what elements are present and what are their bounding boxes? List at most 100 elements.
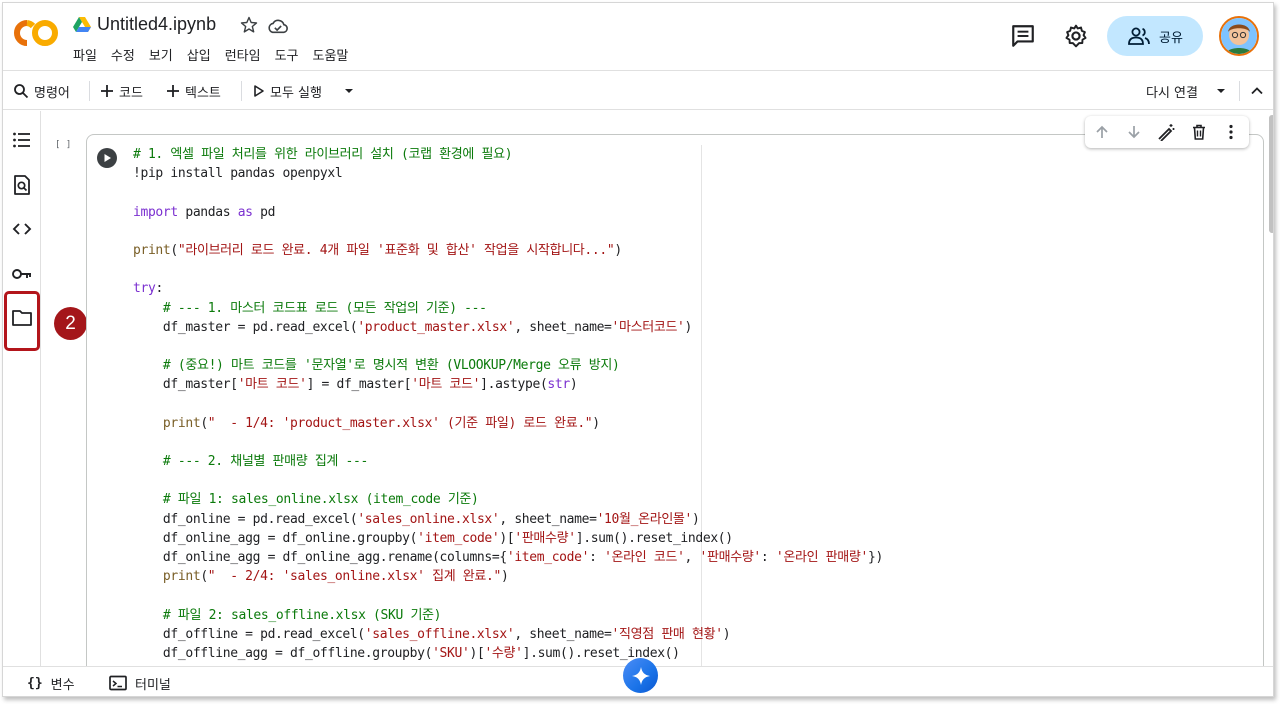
code-line[interactable]: df_online_agg = df_online_agg.rename(col… (133, 548, 1233, 567)
code-line[interactable]: df_offline = pd.read_excel('sales_offlin… (133, 625, 1233, 644)
share-button[interactable]: 공유 (1107, 16, 1203, 56)
code-editor[interactable]: # 1. 엑셀 파일 처리를 위한 라이브러리 설치 (코랩 환경에 필요) !p… (133, 145, 1233, 663)
run-cell-button[interactable] (97, 148, 117, 168)
terminal-button[interactable]: 터미널 (109, 667, 171, 696)
toolbar-divider (89, 81, 90, 101)
code-snippets-button[interactable] (9, 216, 35, 242)
move-cell-down-button[interactable] (1124, 122, 1144, 142)
key-icon (12, 269, 31, 279)
vertical-scrollbar-thumb[interactable] (1269, 115, 1273, 233)
menu-file[interactable]: 파일 (73, 45, 111, 64)
code-line[interactable]: # (중요!) 마트 코드를 '문자열'로 명시적 변환 (VLOOKUP/Me… (133, 356, 1233, 375)
code-token: }) (867, 549, 883, 565)
code-line[interactable] (133, 260, 1233, 279)
gemini-button[interactable] (623, 658, 658, 693)
code-token: '수량' (484, 645, 523, 661)
code-line[interactable]: # --- 1. 마스터 코드표 로드 (모든 작업의 기준) --- (133, 299, 1233, 318)
code-line[interactable]: try: (133, 279, 1233, 298)
menu-help[interactable]: 도움말 (313, 45, 363, 64)
code-line[interactable]: import pandas as pd (133, 203, 1233, 222)
delete-cell-button[interactable] (1189, 122, 1209, 142)
more-options-button[interactable] (1221, 122, 1241, 142)
code-token: ) (500, 569, 509, 585)
add-text-button[interactable]: 텍스트 (166, 71, 221, 111)
code-token: ] = df_master[ (306, 377, 412, 393)
step-badge: 2 (54, 307, 87, 340)
code-token: as (237, 204, 253, 220)
menu-edit[interactable]: 수정 (111, 45, 149, 64)
reconnect-dropdown[interactable] (1215, 71, 1227, 111)
colab-logo[interactable] (13, 17, 59, 49)
code-token: df_offline = pd.read_excel( (133, 626, 365, 642)
run-all-dropdown[interactable] (343, 71, 355, 111)
files-highlight-box (4, 291, 40, 351)
find-replace-button[interactable] (9, 172, 35, 198)
code-line[interactable] (133, 337, 1233, 356)
add-text-label: 텍스트 (185, 85, 221, 101)
code-line[interactable]: df_online = pd.read_excel('sales_online.… (133, 510, 1233, 529)
code-line[interactable]: print(" - 2/4: 'sales_online.xlsx' 집계 완료… (133, 567, 1233, 586)
menu-insert[interactable]: 삽입 (187, 45, 225, 64)
code-token: # 파일 2: sales_offline.xlsx (SKU 기준) (162, 607, 442, 623)
code-line[interactable] (133, 222, 1233, 241)
google-drive-icon[interactable] (73, 17, 91, 33)
code-line[interactable]: df_master = pd.read_excel('product_maste… (133, 318, 1233, 337)
cloud-saved-icon[interactable] (267, 17, 289, 35)
code-line[interactable]: df_online_agg = df_online.groupby('item_… (133, 529, 1233, 548)
code-line[interactable]: print("라이브러리 로드 완료. 4개 파일 '표준화 및 합산' 작업을… (133, 241, 1233, 260)
execution-count: [ ] (55, 140, 72, 150)
code-token: pandas (177, 204, 238, 220)
code-token: import (133, 204, 178, 220)
code-token: df_offline_agg = df_offline.groupby( (133, 645, 433, 661)
reconnect-button[interactable]: 다시 연결 (1146, 71, 1198, 111)
commands-button[interactable]: 명령어 (13, 71, 70, 111)
code-token: 'product_master.xlsx' (357, 319, 515, 335)
menu-tools[interactable]: 도구 (275, 45, 313, 64)
code-token: print (162, 569, 201, 585)
add-code-button[interactable]: 코드 (100, 71, 143, 111)
user-avatar[interactable] (1219, 16, 1259, 56)
code-token: ( (170, 242, 178, 258)
code-token: str (547, 377, 570, 393)
code-token: df_online = pd.read_excel( (133, 511, 358, 527)
trash-icon (1193, 124, 1205, 140)
code-cell[interactable]: # 1. 엑셀 파일 처리를 위한 라이브러리 설치 (코랩 환경에 필요) !p… (86, 134, 1264, 694)
toolbar-divider (1239, 81, 1240, 101)
move-cell-up-button[interactable] (1092, 122, 1112, 142)
terminal-label: 터미널 (135, 677, 171, 693)
comments-icon[interactable] (1010, 23, 1036, 49)
code-token: '온라인 판매량' (775, 549, 868, 565)
code-line[interactable]: df_master['마트 코드'] = df_master['마트 코드'].… (133, 375, 1233, 394)
code-token: 'sales_offline.xlsx' (364, 626, 515, 642)
edit-cell-button[interactable] (1156, 122, 1176, 142)
notebook-title[interactable]: Untitled4.ipynb (97, 14, 216, 35)
code-line[interactable]: !pip install pandas openpyxl (133, 164, 1233, 183)
code-line[interactable] (133, 586, 1233, 605)
menu-view[interactable]: 보기 (149, 45, 187, 64)
code-line[interactable]: # 파일 1: sales_online.xlsx (item_code 기준) (133, 490, 1233, 509)
code-line[interactable]: # --- 2. 채널별 판매량 집계 --- (133, 452, 1233, 471)
code-line[interactable]: df_offline_agg = df_offline.groupby('SKU… (133, 644, 1233, 663)
code-line[interactable]: print(" - 1/4: 'product_master.xlsx' (기준… (133, 414, 1233, 433)
code-line[interactable]: # 1. 엑셀 파일 처리를 위한 라이브러리 설치 (코랩 환경에 필요) (133, 145, 1233, 164)
app-header: Untitled4.ipynb 파일 수정 보기 삽입 런타임 도구 도움말 공… (3, 3, 1273, 69)
table-of-contents-button[interactable] (9, 127, 35, 153)
secrets-button[interactable] (9, 261, 35, 287)
code-token: print (133, 242, 171, 258)
menu-runtime[interactable]: 런타임 (225, 45, 275, 64)
star-icon[interactable] (239, 15, 259, 35)
code-token: , (684, 549, 700, 565)
code-line[interactable] (133, 394, 1233, 413)
code-line[interactable] (133, 433, 1233, 452)
play-outline-icon (254, 85, 264, 97)
variables-button[interactable]: {} 변수 (27, 667, 75, 696)
code-token: : (589, 549, 605, 565)
code-line[interactable] (133, 471, 1233, 490)
settings-gear-icon[interactable] (1063, 23, 1089, 49)
sparkle-icon (631, 666, 650, 685)
code-line[interactable] (133, 183, 1233, 202)
chevron-up-icon (1251, 87, 1263, 95)
collapse-toolbar-button[interactable] (1250, 71, 1264, 111)
run-all-button[interactable]: 모두 실행 (253, 71, 322, 111)
code-line[interactable]: # 파일 2: sales_offline.xlsx (SKU 기준) (133, 606, 1233, 625)
